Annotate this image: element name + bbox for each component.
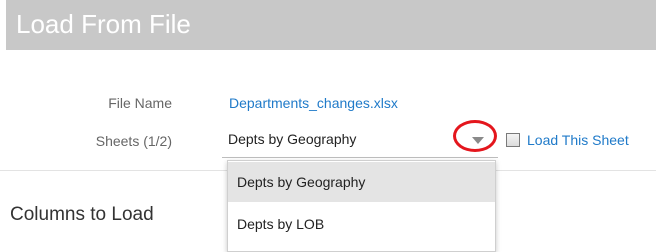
load-sheet-label[interactable]: Load This Sheet <box>527 132 629 148</box>
file-name-link[interactable]: Departments_changes.xlsx <box>229 95 398 111</box>
sheet-dropdown-menu: Depts by Geography Depts by LOB <box>227 160 496 252</box>
sheet-select-value: Depts by Geography <box>228 131 357 147</box>
highlight-circle-annotation <box>453 120 497 152</box>
sheets-label: Sheets (1/2) <box>95 133 172 149</box>
file-name-label: File Name <box>108 95 172 111</box>
dropdown-option-depts-by-lob[interactable]: Depts by LOB <box>228 204 495 244</box>
dropdown-option-depts-by-geography[interactable]: Depts by Geography <box>228 162 495 202</box>
page-title: Load From File <box>16 9 191 39</box>
load-sheet-checkbox[interactable] <box>506 133 520 147</box>
columns-to-load-heading: Columns to Load <box>10 204 154 225</box>
title-bar: Load From File <box>6 0 656 50</box>
